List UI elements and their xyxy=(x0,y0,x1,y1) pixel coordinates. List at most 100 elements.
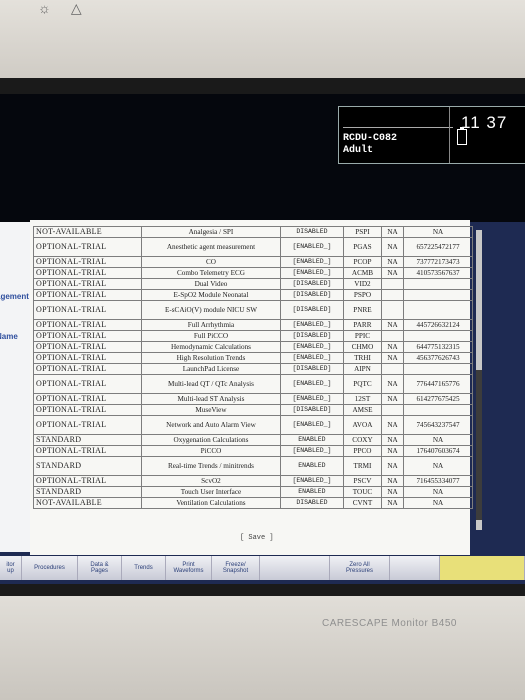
na-cell xyxy=(380,278,405,290)
quick-key-6[interactable] xyxy=(260,556,330,580)
table-row[interactable]: OPTIONAL-TRIAL CO [ENABLED_] PCOP NA 73777217… xyxy=(33,256,473,268)
na-cell: NA xyxy=(380,456,405,476)
table-row[interactable]: OPTIONAL-TRIAL MuseView [DISABLED] AMSE xyxy=(33,404,473,416)
key-cell xyxy=(403,363,473,375)
table-row[interactable]: STANDARD Oxygenation Calculations ENABLED C… xyxy=(33,434,473,446)
key-cell xyxy=(403,404,473,416)
code-cell: PGAS xyxy=(342,237,383,257)
side-label-management[interactable]: agement xyxy=(0,292,29,301)
key-cell: 776447165776 xyxy=(403,374,473,394)
table-row[interactable]: OPTIONAL-TRIAL Multi-lead ST Analysis [ENA… xyxy=(33,393,473,405)
trial-cell: OPTIONAL-TRIAL xyxy=(33,475,142,487)
key-cell: 657225472177 xyxy=(403,237,473,257)
table-row[interactable]: OPTIONAL-TRIAL E-sCAiO(V) module NICU SW[… xyxy=(33,300,473,320)
table-row[interactable]: OPTIONAL-TRIAL E-SpO2 Module Neonatal [DIS… xyxy=(33,289,473,301)
key-cell: 716455334077 xyxy=(403,475,473,487)
trial-cell: NOT-AVAILABLE xyxy=(33,497,142,509)
save-button[interactable]: [ Save ] xyxy=(240,534,274,542)
alarm-triangle-icon: △ xyxy=(70,0,82,16)
quick-key-7[interactable]: Zero All Pressures xyxy=(330,556,390,580)
na-cell: NA xyxy=(380,226,405,238)
monitor-screen: RCDU-C082 Adult 11 37 agement Name NOT-A… xyxy=(0,94,525,584)
table-row[interactable]: OPTIONAL-TRIAL High Resolution Trends [ENA… xyxy=(33,352,473,364)
state-cell: [ENABLED_] xyxy=(279,256,344,268)
feature-cell: Ventilation Calculations xyxy=(141,497,281,509)
na-cell xyxy=(380,300,405,320)
feature-cell: High Resolution Trends xyxy=(141,352,281,364)
table-row[interactable]: OPTIONAL-TRIAL Network and Auto Alarm Vie… xyxy=(33,415,473,435)
state-cell: [DISABLED] xyxy=(279,289,344,301)
na-cell: NA xyxy=(380,434,405,446)
feature-cell: E-sCAiO(V) module NICU SW xyxy=(141,300,281,320)
feature-cell: LaunchPad License xyxy=(141,363,281,375)
quick-key-1[interactable]: Procedures xyxy=(22,556,78,580)
trial-cell: OPTIONAL-TRIAL xyxy=(33,319,142,331)
quick-key-0[interactable]: itor up xyxy=(0,556,22,580)
table-row[interactable]: OPTIONAL-TRIAL Multi-lead QT / QTc Analys… xyxy=(33,374,473,394)
quick-key-4[interactable]: Print Waveforms xyxy=(166,556,212,580)
na-cell xyxy=(380,289,405,301)
trial-cell: OPTIONAL-TRIAL xyxy=(33,289,142,301)
table-row[interactable]: OPTIONAL-TRIAL Full Arrhythmia [ENABLED_] P… xyxy=(33,319,473,331)
feature-cell: Combo Telemetry ECG xyxy=(141,267,281,279)
state-cell: [DISABLED] xyxy=(279,300,344,320)
license-table: NOT-AVAILABLE Analgesia / SPI DISABLED PSPI… xyxy=(33,226,473,509)
na-cell: NA xyxy=(380,475,405,487)
table-row[interactable]: OPTIONAL-TRIAL LaunchPad License [DISABLED… xyxy=(33,363,473,375)
feature-cell: Hemodynamic Calculations xyxy=(141,341,281,353)
table-row[interactable]: STANDARD Real-time Trends / minitrends ENA… xyxy=(33,456,473,476)
trial-cell: OPTIONAL-TRIAL xyxy=(33,267,142,279)
table-row[interactable]: OPTIONAL-TRIAL Dual Video [DISABLED] VID2 xyxy=(33,278,473,290)
state-cell: [ENABLED_] xyxy=(279,237,344,257)
key-cell xyxy=(403,289,473,301)
na-cell: NA xyxy=(380,237,405,257)
monitor-top-bezel: ☼ △ xyxy=(0,0,525,80)
key-cell: 737772173473 xyxy=(403,256,473,268)
code-cell: PSPO xyxy=(342,289,383,301)
side-label-name[interactable]: Name xyxy=(0,332,18,341)
state-cell: [ENABLED_] xyxy=(279,445,344,457)
quick-key-5[interactable]: Freeze/ Snapshot xyxy=(212,556,260,580)
feature-cell: MuseView xyxy=(141,404,281,416)
code-cell: 12ST xyxy=(342,393,383,405)
na-cell: NA xyxy=(380,256,405,268)
table-row[interactable]: OPTIONAL-TRIAL PiCCO [ENABLED_] PPCO NA 17640… xyxy=(33,445,473,457)
feature-cell: Dual Video xyxy=(141,278,281,290)
code-cell: PPCO xyxy=(342,445,383,457)
quick-keys-bar: itor up Procedures Data & Pages Trends Print… xyxy=(0,556,525,580)
code-cell: PQTC xyxy=(342,374,383,394)
feature-cell: Anesthetic agent measurement xyxy=(141,237,281,257)
state-cell: [DISABLED] xyxy=(279,278,344,290)
quick-key-3[interactable]: Trends xyxy=(122,556,166,580)
status-separator xyxy=(343,127,453,128)
code-cell: PNRE xyxy=(342,300,383,320)
trial-cell: OPTIONAL-TRIAL xyxy=(33,256,142,268)
table-row[interactable]: NOT-AVAILABLE Analgesia / SPI DISABLED PSPI… xyxy=(33,226,473,238)
patient-type: Adult xyxy=(343,145,374,156)
scrollbar-thumb[interactable] xyxy=(476,370,482,520)
table-row[interactable]: OPTIONAL-TRIAL Full PiCCO [DISABLED] PPIC xyxy=(33,330,473,342)
key-cell xyxy=(403,330,473,342)
na-cell: NA xyxy=(380,486,405,498)
state-cell: DISABLED xyxy=(279,497,344,509)
table-row[interactable]: OPTIONAL-TRIAL ScvO2 [ENABLED_] PSCV NA 71645… xyxy=(33,475,473,487)
table-row[interactable]: NOT-AVAILABLE Ventilation Calculations DIS… xyxy=(33,497,473,509)
status-box: RCDU-C082 Adult 11 37 xyxy=(338,106,525,164)
trial-cell: OPTIONAL-TRIAL xyxy=(33,278,142,290)
trial-cell: OPTIONAL-TRIAL xyxy=(33,352,142,364)
table-row[interactable]: STANDARD Touch User Interface ENABLED TOUC N… xyxy=(33,486,473,498)
code-cell: PSPI xyxy=(342,226,383,238)
quick-key-2[interactable]: Data & Pages xyxy=(78,556,122,580)
quick-key-8[interactable] xyxy=(390,556,440,580)
table-row[interactable]: OPTIONAL-TRIAL Anesthetic agent measureme… xyxy=(33,237,473,257)
table-row[interactable]: OPTIONAL-TRIAL Combo Telemetry ECG [ENABLE… xyxy=(33,267,473,279)
na-cell: NA xyxy=(380,319,405,331)
na-cell xyxy=(380,330,405,342)
state-cell: [ENABLED_] xyxy=(279,267,344,279)
trial-cell: OPTIONAL-TRIAL xyxy=(33,300,142,320)
na-cell: NA xyxy=(380,497,405,509)
table-row[interactable]: OPTIONAL-TRIAL Hemodynamic Calculations [E… xyxy=(33,341,473,353)
feature-cell: Touch User Interface xyxy=(141,486,281,498)
quick-key-9[interactable] xyxy=(440,556,525,580)
trial-cell: STANDARD xyxy=(33,434,142,446)
